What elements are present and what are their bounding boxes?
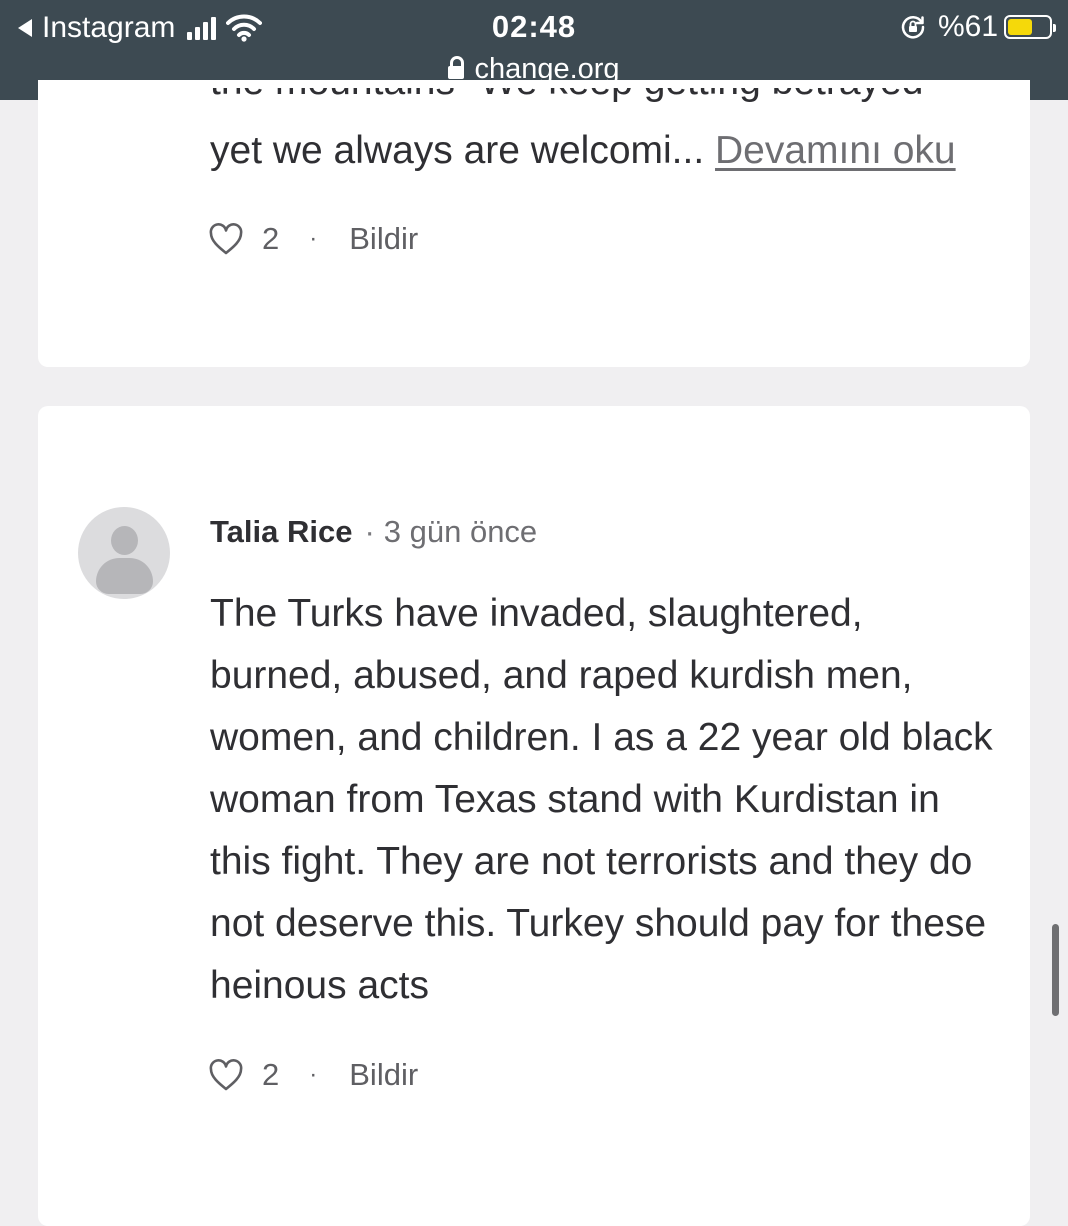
comment-partial-line: the mountains" We keep getting betrayed	[210, 88, 923, 102]
comment-excerpt-text: yet we always are welcomi...	[210, 129, 705, 172]
rotation-lock-icon	[901, 16, 925, 39]
report-button[interactable]: Bildir	[349, 1057, 418, 1093]
avatar-placeholder-icon	[111, 526, 138, 555]
comment-meta: Talia Rice · 3 gün önce	[210, 512, 537, 552]
comment-timestamp: 3 gün önce	[383, 514, 538, 549]
comment-actions: 2 · Bildir	[208, 219, 418, 259]
battery-percent: %61	[937, 10, 998, 43]
comment-card: the mountains" We keep getting betrayed …	[38, 80, 1030, 367]
comment-actions: 2 · Bildir	[208, 1055, 418, 1095]
status-right: %61	[900, 10, 1056, 44]
comment-card: Talia Rice · 3 gün önce The Turks have inv…	[38, 406, 1030, 1226]
heart-icon[interactable]	[208, 222, 244, 256]
lock-icon	[448, 56, 465, 79]
battery-level	[1008, 19, 1032, 35]
like-count: 2	[262, 1057, 280, 1092]
separator-dot: ·	[309, 1061, 318, 1088]
comment-excerpt: yet we always are welcomi... Devamını ok…	[210, 126, 956, 176]
read-more-link[interactable]: Devamını oku	[715, 129, 956, 172]
battery-icon	[1004, 15, 1056, 39]
report-button[interactable]: Bildir	[349, 221, 418, 257]
separator-dot: ·	[364, 514, 375, 549]
comment-body: The Turks have invaded, slaughtered, bur…	[210, 592, 993, 1007]
like-count: 2	[262, 221, 280, 256]
avatar	[78, 507, 170, 599]
heart-icon[interactable]	[208, 1058, 244, 1092]
comment-author: Talia Rice	[210, 514, 353, 549]
separator-dot: ·	[309, 225, 318, 252]
scrollbar[interactable]	[1052, 924, 1059, 1016]
